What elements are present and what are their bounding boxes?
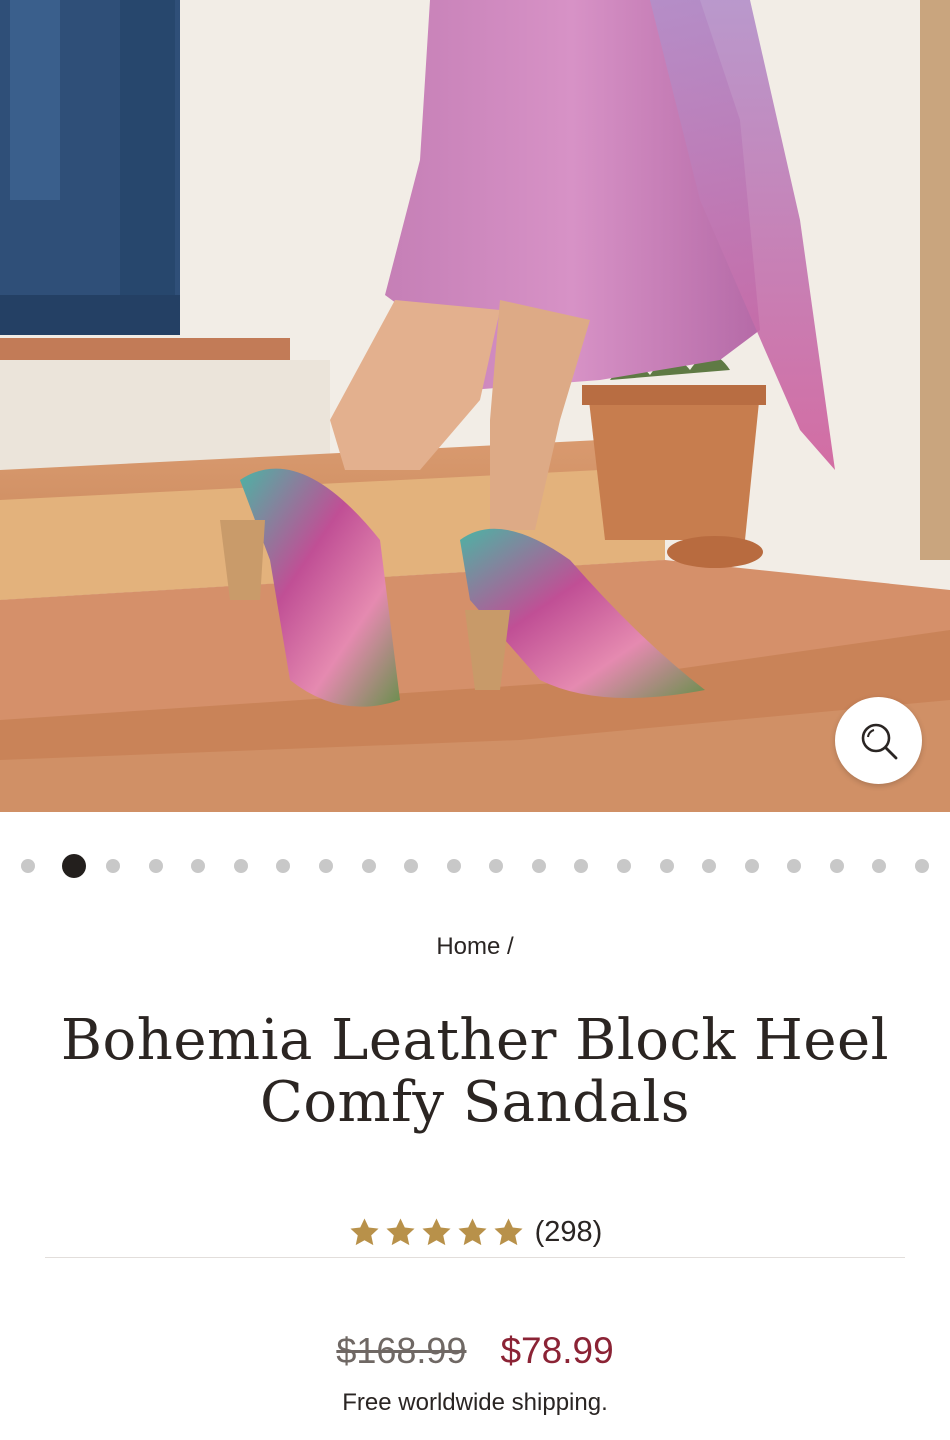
- carousel-dot[interactable]: [446, 859, 461, 873]
- carousel-dot[interactable]: [361, 859, 376, 873]
- carousel-dot[interactable]: [148, 859, 163, 873]
- carousel-dot[interactable]: [319, 859, 333, 873]
- review-count[interactable]: (298): [535, 1216, 603, 1249]
- star-icon: [422, 1217, 451, 1245]
- carousel-dot[interactable]: [617, 859, 631, 873]
- shipping-note: Free worldwide shipping.: [342, 1389, 608, 1416]
- carousel-dot[interactable]: [62, 854, 86, 878]
- product-title: Bohemia Leather Block Heel Comfy Sandals: [60, 1008, 890, 1135]
- star-icon: [350, 1217, 379, 1245]
- rating-stars: [348, 1216, 525, 1249]
- product-photo: [0, 0, 950, 812]
- carousel-dots: [0, 848, 950, 884]
- carousel-dot[interactable]: [489, 859, 504, 873]
- breadcrumb-separator: /: [507, 933, 514, 960]
- divider: [45, 1257, 905, 1258]
- star-icon: [386, 1217, 415, 1245]
- carousel-dot[interactable]: [872, 859, 887, 873]
- carousel-dot[interactable]: [531, 859, 546, 873]
- price-row: $168.99 $78.99: [0, 1330, 950, 1372]
- carousel-dot[interactable]: [404, 859, 419, 873]
- sale-price: $78.99: [500, 1330, 614, 1371]
- zoom-button[interactable]: [835, 697, 922, 784]
- carousel-dot[interactable]: [276, 859, 291, 873]
- search-icon: [861, 723, 897, 759]
- carousel-dot[interactable]: [191, 859, 206, 873]
- product-rating[interactable]: (298): [0, 1210, 950, 1254]
- carousel-dot[interactable]: [574, 859, 589, 873]
- original-price: $168.99: [336, 1330, 467, 1371]
- carousel-dot[interactable]: [659, 859, 674, 873]
- carousel-dot[interactable]: [787, 859, 802, 873]
- carousel-dot[interactable]: [829, 859, 844, 873]
- product-image[interactable]: [0, 0, 950, 812]
- carousel-dot[interactable]: [915, 859, 929, 873]
- breadcrumb: Home /: [0, 933, 950, 961]
- carousel-dot[interactable]: [702, 859, 717, 873]
- star-icon: [494, 1217, 523, 1245]
- carousel-dot[interactable]: [106, 859, 121, 873]
- carousel-dot[interactable]: [233, 859, 248, 873]
- carousel-dot[interactable]: [21, 859, 35, 873]
- breadcrumb-home-link[interactable]: Home: [436, 933, 500, 960]
- carousel-dot[interactable]: [744, 859, 759, 873]
- star-icon: [458, 1217, 487, 1245]
